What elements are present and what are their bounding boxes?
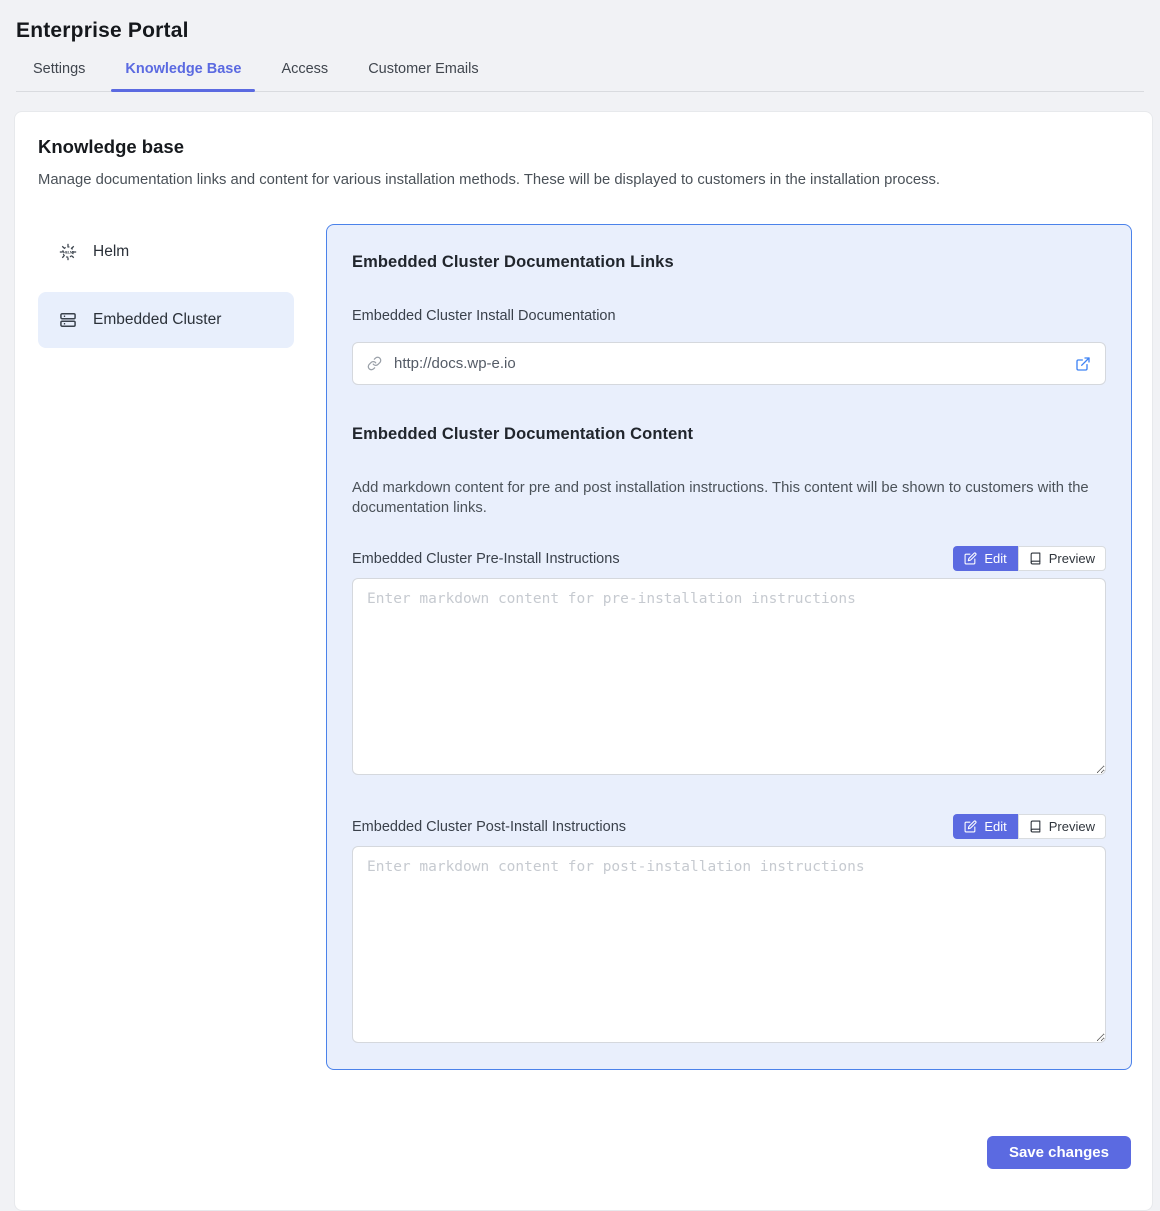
content-area: HELM Helm Embedded Cluster Embed <box>38 224 1129 1070</box>
tab-knowledge-base[interactable]: Knowledge Base <box>125 49 241 91</box>
pre-install-mode-toggle: Edit Preview <box>953 546 1106 571</box>
doc-content-description: Add markdown content for pre and post in… <box>352 478 1104 518</box>
pre-install-edit-button[interactable]: Edit <box>953 546 1017 571</box>
sidebar-item-label: Helm <box>93 243 129 261</box>
sidebar-item-embedded-cluster[interactable]: Embedded Cluster <box>38 292 294 348</box>
knowledge-base-card: Knowledge base Manage documentation link… <box>14 111 1153 1211</box>
install-doc-url-field <box>352 342 1106 385</box>
pre-install-preview-button[interactable]: Preview <box>1018 546 1106 571</box>
external-link-icon[interactable] <box>1075 356 1091 372</box>
embedded-cluster-panel: Embedded Cluster Documentation Links Emb… <box>326 224 1132 1070</box>
post-install-label-row: Embedded Cluster Post-Install Instructio… <box>352 814 1106 839</box>
post-install-edit-button[interactable]: Edit <box>953 814 1017 839</box>
install-doc-url-input[interactable] <box>392 354 1065 373</box>
edit-button-label: Edit <box>984 819 1006 834</box>
pre-install-textarea[interactable] <box>352 578 1106 775</box>
install-doc-label: Embedded Cluster Install Documentation <box>352 308 1106 324</box>
section-title: Knowledge base <box>38 136 1129 158</box>
pre-install-label-row: Embedded Cluster Pre-Install Instruction… <box>352 546 1106 571</box>
post-install-label: Embedded Cluster Post-Install Instructio… <box>352 819 626 835</box>
edit-icon <box>964 820 977 833</box>
preview-button-label: Preview <box>1049 551 1095 566</box>
sidebar-item-helm[interactable]: HELM Helm <box>38 224 294 280</box>
tab-bar: Settings Knowledge Base Access Customer … <box>16 49 1144 92</box>
tab-customer-emails[interactable]: Customer Emails <box>368 49 478 91</box>
tab-settings[interactable]: Settings <box>33 49 85 91</box>
section-description: Manage documentation links and content f… <box>38 172 1129 188</box>
doc-links-heading: Embedded Cluster Documentation Links <box>352 253 1106 272</box>
link-icon <box>367 356 382 371</box>
install-method-sidebar: HELM Helm Embedded Cluster <box>38 224 294 360</box>
book-icon <box>1029 552 1042 565</box>
save-changes-button[interactable]: Save changes <box>987 1136 1131 1169</box>
preview-button-label: Preview <box>1049 819 1095 834</box>
pre-install-label: Embedded Cluster Pre-Install Instruction… <box>352 551 620 567</box>
post-install-textarea[interactable] <box>352 846 1106 1043</box>
footer-actions: Save changes <box>38 1136 1131 1169</box>
tab-access[interactable]: Access <box>281 49 328 91</box>
post-install-preview-button[interactable]: Preview <box>1018 814 1106 839</box>
sidebar-item-label: Embedded Cluster <box>93 311 221 329</box>
edit-icon <box>964 552 977 565</box>
post-install-mode-toggle: Edit Preview <box>953 814 1106 839</box>
svg-text:HELM: HELM <box>63 250 73 254</box>
book-icon <box>1029 820 1042 833</box>
page-title: Enterprise Portal <box>0 0 1160 49</box>
edit-button-label: Edit <box>984 551 1006 566</box>
doc-content-heading: Embedded Cluster Documentation Content <box>352 425 1106 444</box>
helm-icon: HELM <box>58 242 78 262</box>
server-stack-icon <box>58 310 78 330</box>
app-header: Enterprise Portal Settings Knowledge Bas… <box>0 0 1160 92</box>
